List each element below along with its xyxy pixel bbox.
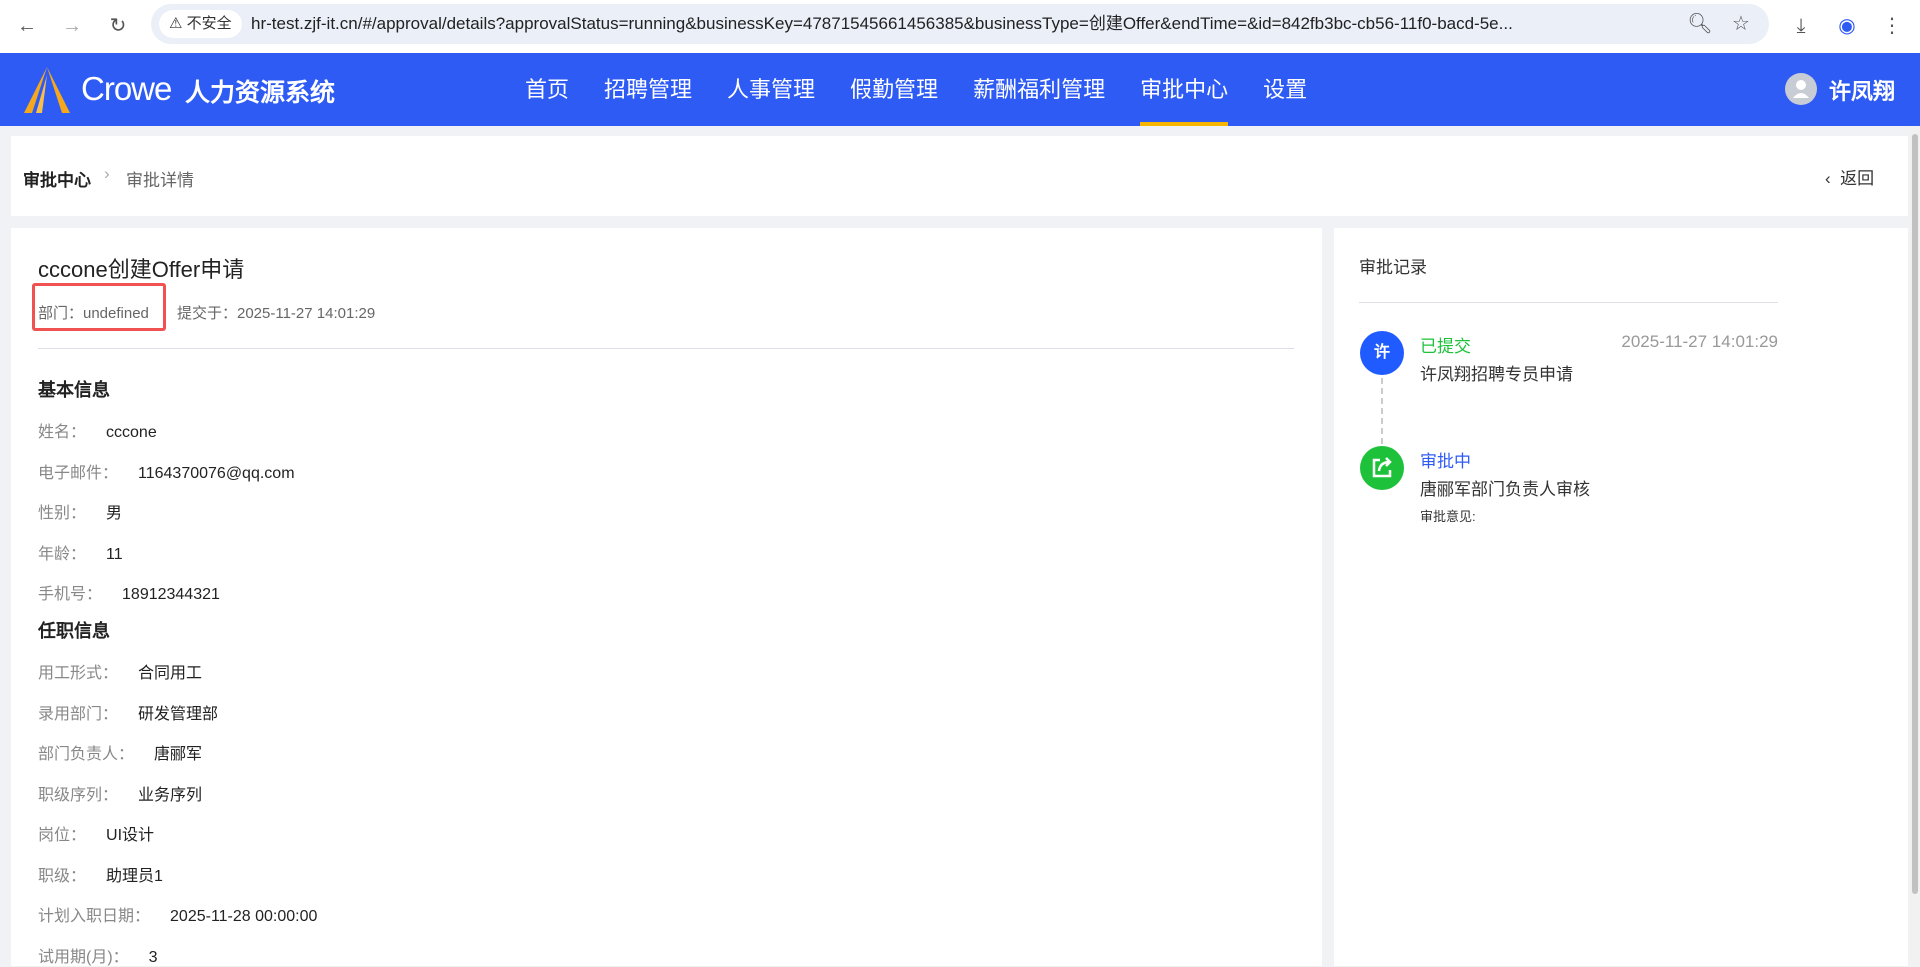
field-label: 职级序列： [38, 786, 119, 804]
field-label: 手机号： [38, 586, 103, 603]
field-row: 姓名： cccone [38, 418, 157, 442]
field-value: cccone [106, 424, 157, 441]
field-label: 试用期(月)： [38, 948, 129, 966]
field-value: 2025-11-28 00:00:00 [170, 908, 318, 925]
field-row: 职级序列： 业务序列 [38, 781, 202, 805]
field-row: 部门负责人： 唐郦军 [38, 740, 202, 764]
record-opinion: 审批意见: [1420, 509, 1476, 524]
page-title: cccone创建Offer申请 [38, 257, 245, 282]
nav-approval-center[interactable]: 审批中心 [1140, 53, 1229, 126]
field-row: 性别： 男 [38, 499, 122, 523]
back-button[interactable]: ‹ 返回 [1825, 164, 1874, 189]
field-value: 唐郦军 [154, 746, 203, 763]
forward-icon[interactable]: → [58, 12, 86, 40]
record-status: 已提交 [1420, 337, 1471, 356]
record-desc: 许凤翔招聘专员申请 [1420, 365, 1573, 384]
breadcrumb-chevron-icon: › [104, 164, 110, 183]
field-row: 试用期(月)： 3 [38, 943, 158, 967]
crowe-logo-icon [24, 67, 70, 113]
timeline-connector [1381, 378, 1383, 444]
nav-attendance[interactable]: 假勤管理 [850, 53, 938, 126]
field-value: UI设计 [106, 827, 155, 844]
record-status: 审批中 [1420, 452, 1471, 471]
field-value: 男 [106, 505, 123, 522]
profile-icon[interactable]: ◉ [1833, 12, 1861, 40]
record-time: 2025-11-27 14:01:29 [1621, 332, 1778, 351]
field-value: 研发管理部 [138, 705, 219, 723]
star-icon[interactable]: ☆ [1727, 10, 1755, 38]
submitted-time: 提交于：2025-11-27 14:01:29 [177, 305, 376, 322]
chevron-left-icon: ‹ [1825, 169, 1831, 188]
field-value: 合同用工 [138, 665, 203, 682]
field-row: 手机号： 18912344321 [38, 580, 220, 604]
field-value: 助理员1 [106, 867, 163, 885]
field-label: 性别： [38, 505, 87, 522]
field-row: 用工形式： 合同用工 [38, 659, 202, 683]
address-bar[interactable]: ⚠ 不安全 hr-test.zjf-it.cn/#/approval/detai… [151, 4, 1769, 44]
breadcrumb-current: 审批详情 [126, 171, 194, 190]
back-icon[interactable]: ← [13, 12, 41, 40]
field-label: 部门负责人： [38, 746, 135, 763]
browser-toolbar: ← → ↻ ⚠ 不安全 hr-test.zjf-it.cn/#/approval… [0, 0, 1920, 53]
record-desc: 唐郦军部门负责人审核 [1420, 480, 1590, 499]
zoom-icon[interactable]: 🔍︎ [1686, 10, 1714, 38]
field-value: 业务序列 [138, 786, 203, 804]
main-menu: 首页 招聘管理 人事管理 假勤管理 薪酬福利管理 审批中心 设置 [525, 53, 1307, 126]
field-value: 3 [148, 948, 158, 966]
nav-payroll[interactable]: 薪酬福利管理 [973, 53, 1105, 126]
share-icon [1360, 446, 1404, 490]
breadcrumb-root[interactable]: 审批中心 [23, 166, 91, 191]
approval-records-panel: 审批记录 许 已提交 2025-11-27 14:01:29 许凤翔招聘专员申请… [1334, 228, 1908, 966]
field-value: 11 [106, 545, 123, 563]
user-avatar-icon[interactable] [1785, 73, 1817, 105]
field-label: 岗位： [38, 827, 87, 844]
submitter-avatar: 许 [1360, 331, 1404, 375]
field-label: 姓名： [38, 424, 87, 441]
section-job-info: 任职信息 [38, 621, 110, 641]
back-label: 返回 [1840, 169, 1875, 188]
reload-icon[interactable]: ↻ [104, 12, 132, 40]
more-menu-icon[interactable]: ⋮ [1878, 12, 1906, 40]
field-row: 录用部门： 研发管理部 [38, 700, 218, 724]
divider [38, 348, 1294, 349]
system-name: 人力资源系统 [185, 79, 336, 107]
download-icon[interactable]: ⤓ [1787, 12, 1815, 40]
scrollbar-thumb[interactable] [1912, 134, 1918, 894]
nav-personnel[interactable]: 人事管理 [727, 53, 815, 126]
divider [1359, 302, 1778, 303]
user-name[interactable]: 许凤翔 [1829, 74, 1895, 106]
field-label: 年龄： [38, 545, 87, 563]
security-label: 不安全 [186, 15, 232, 32]
department: 部门：undefined [38, 305, 149, 322]
field-value: 18912344321 [122, 586, 220, 603]
scrollbar[interactable] [1910, 126, 1920, 966]
nav-settings[interactable]: 设置 [1263, 53, 1307, 126]
field-row: 职级： 助理员1 [38, 862, 163, 886]
detail-panel: cccone创建Offer申请 部门：undefined 提交于：2025-11… [11, 228, 1322, 966]
logo-text: Crowe [81, 70, 172, 107]
field-label: 电子邮件： [38, 464, 119, 482]
field-label: 用工形式： [38, 665, 119, 682]
field-label: 录用部门： [38, 705, 119, 723]
field-row: 电子邮件： 1164370076@qq.com [38, 459, 295, 483]
breadcrumb: 审批中心 › 审批详情 ‹ 返回 [11, 136, 1908, 216]
field-row: 岗位： UI设计 [38, 821, 154, 845]
records-title: 审批记录 [1359, 258, 1427, 277]
security-chip[interactable]: ⚠ 不安全 [159, 10, 242, 38]
field-row: 计划入职日期： 2025-11-28 00:00:00 [38, 902, 317, 926]
field-value: 1164370076@qq.com [138, 464, 295, 482]
field-row: 年龄： 11 [38, 540, 123, 564]
nav-home[interactable]: 首页 [525, 53, 569, 126]
top-nav: Crowe 人力资源系统 首页 招聘管理 人事管理 假勤管理 薪酬福利管理 审批… [0, 53, 1920, 126]
field-label: 计划入职日期： [38, 908, 151, 925]
field-label: 职级： [38, 867, 87, 885]
section-basic-info: 基本信息 [38, 380, 110, 400]
url-text[interactable]: hr-test.zjf-it.cn/#/approval/details?app… [251, 4, 1691, 44]
nav-recruitment[interactable]: 招聘管理 [604, 53, 692, 126]
